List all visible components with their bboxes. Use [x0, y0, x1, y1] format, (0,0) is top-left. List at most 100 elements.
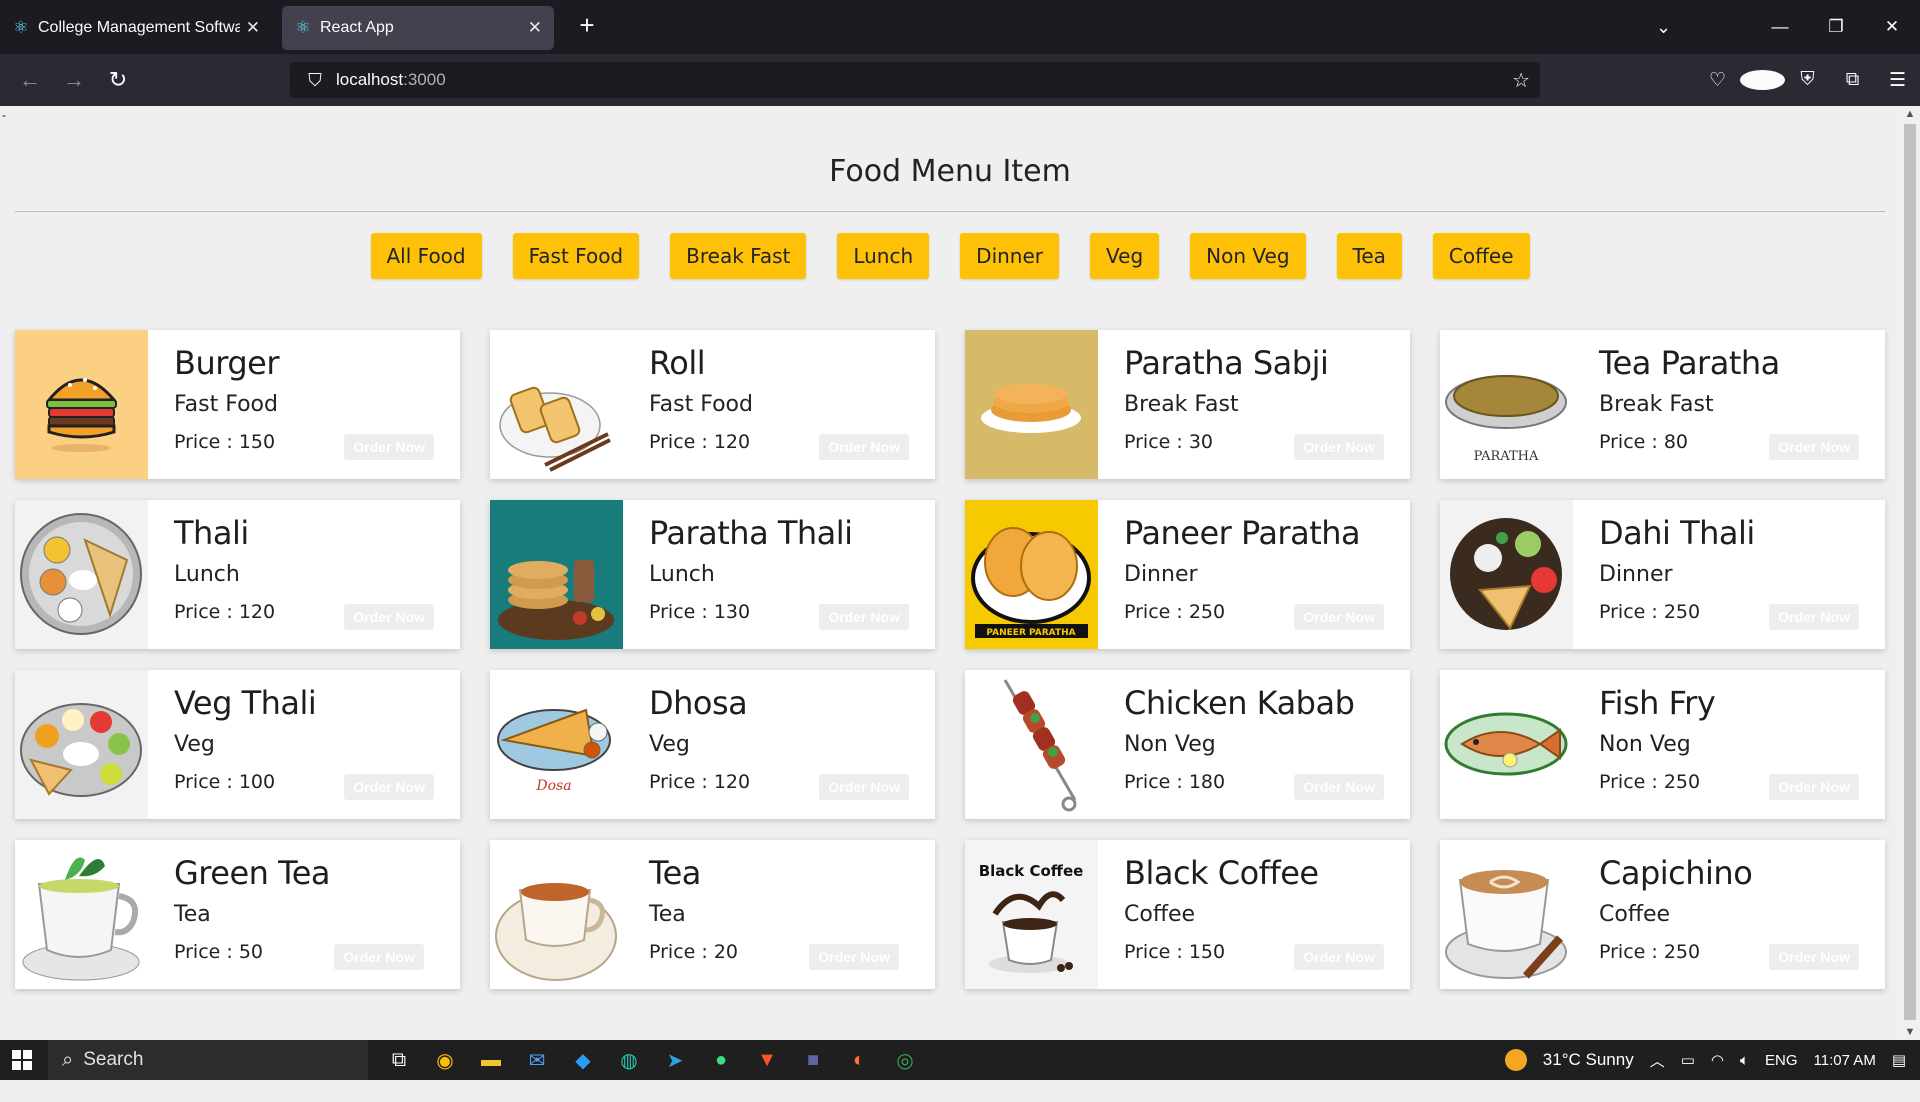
filter-coffee[interactable]: Coffee [1432, 233, 1530, 279]
telegram-icon[interactable]: ➤ [652, 1048, 698, 1073]
scroll-up-arrow-icon[interactable]: ▲ [1900, 108, 1920, 120]
show-hidden-icons-icon[interactable]: ︿ [1650, 1050, 1665, 1071]
paratha-thali-image [490, 500, 623, 649]
list-all-tabs-icon[interactable]: ⌄ [1656, 0, 1671, 54]
menu-card: PANEER PARATHA Paneer Paratha Dinner Pri… [965, 500, 1410, 649]
item-category: Tea [174, 902, 211, 927]
order-now-button[interactable]: Order Now [1769, 944, 1859, 970]
filter-veg[interactable]: Veg [1090, 233, 1160, 279]
order-now-button[interactable]: Order Now [1769, 774, 1859, 800]
react-logo-icon: ⚛ [295, 18, 311, 37]
url-bar[interactable]: ⛉ ▯ localhost:3000 ☆ [290, 62, 1540, 1102]
order-now-button[interactable]: Order Now [1769, 604, 1859, 630]
filter-break-fast[interactable]: Break Fast [670, 233, 807, 279]
bookmark-star-icon[interactable]: ☆ [1512, 68, 1530, 93]
item-name: Tea [649, 854, 701, 892]
order-now-button[interactable]: Order Now [334, 944, 424, 970]
order-now-button[interactable]: Order Now [1769, 434, 1859, 460]
extension-shield-icon[interactable]: ⛨ [1785, 69, 1830, 91]
filter-lunch[interactable]: Lunch [837, 233, 930, 279]
restore-icon[interactable]: ❐ [1808, 0, 1864, 54]
back-icon[interactable]: ← [8, 58, 52, 102]
volume-icon[interactable]: 🔈︎ [1740, 1052, 1749, 1069]
filter-tea[interactable]: Tea [1336, 233, 1402, 279]
windows-start-icon[interactable] [0, 1040, 44, 1080]
tracking-shield-icon[interactable]: ⛉ [300, 70, 330, 91]
dahi-thali-image [1440, 500, 1573, 649]
close-tab-icon[interactable]: ✕ [528, 18, 542, 38]
clock[interactable]: 11:07 AM [1814, 1052, 1876, 1069]
react-logo-icon: ⚛ [13, 18, 29, 37]
menu-card: Fish Fry Non Veg Price : 250 Order Now [1440, 670, 1885, 819]
menu-card: Green Tea Tea Price : 50 Order Now [15, 840, 460, 989]
tab-react-app[interactable]: ⚛ React App ✕ [282, 6, 554, 50]
filter-all-food[interactable]: All Food [370, 233, 482, 279]
filter-dinner[interactable]: Dinner [960, 233, 1060, 279]
minimize-icon[interactable]: — [1752, 0, 1808, 54]
order-now-button[interactable]: Order Now [1294, 604, 1384, 630]
item-category: Dinner [1124, 562, 1198, 587]
search-label: Search [83, 1049, 144, 1070]
order-now-button[interactable]: Order Now [344, 604, 434, 630]
account-avatar-icon[interactable]: A [1740, 69, 1785, 91]
chrome-icon[interactable]: ◉ [422, 1048, 468, 1073]
page-scrollbar[interactable]: ▲ ▼ [1900, 106, 1920, 1040]
menu-card: Capichino Coffee Price : 250 Order Now [1440, 840, 1885, 989]
android-studio-icon[interactable]: ● [698, 1049, 744, 1072]
order-now-button[interactable]: Order Now [344, 774, 434, 800]
close-tab-icon[interactable]: ✕ [246, 18, 260, 38]
scroll-down-arrow-icon[interactable]: ▼ [1900, 1026, 1920, 1038]
weather-text[interactable]: 31°C Sunny [1543, 1050, 1634, 1070]
firefox-icon[interactable]: ◐ [836, 1049, 882, 1072]
menu-card: Paratha Sabji Break Fast Price : 30 Orde… [965, 330, 1410, 479]
item-category: Break Fast [1599, 392, 1714, 417]
vscode-icon[interactable]: ◆ [560, 1048, 606, 1073]
filter-non-veg[interactable]: Non Veg [1190, 233, 1306, 279]
menu-card: Burger Fast Food Price : 150 Order Now [15, 330, 460, 479]
brave-icon[interactable]: ▼ [744, 1049, 790, 1072]
black-coffee-label: Black Coffee [979, 862, 1084, 880]
pocket-icon[interactable]: ♡ [1695, 69, 1740, 92]
weather-sun-icon[interactable] [1504, 1049, 1527, 1071]
item-name: Paratha Sabji [1124, 344, 1329, 382]
scrollbar-thumb[interactable] [1904, 124, 1916, 1020]
roll-image [490, 330, 623, 479]
cappuccino-image [1440, 840, 1573, 989]
item-name: Burger [174, 344, 279, 382]
new-tab-button[interactable]: + [570, 8, 604, 42]
file-explorer-icon[interactable]: ▬ [468, 1049, 514, 1072]
filter-fast-food[interactable]: Fast Food [512, 233, 640, 279]
menu-card: PARATHA Tea Paratha Break Fast Price : 8… [1440, 330, 1885, 479]
item-name: Veg Thali [174, 684, 317, 722]
taskbar-search-box[interactable]: ⌕ Search [48, 1040, 368, 1080]
chrome-alt-icon[interactable]: ◎ [882, 1048, 928, 1073]
order-now-button[interactable]: Order Now [344, 434, 434, 460]
task-view-icon[interactable]: ⧉ [376, 1049, 422, 1072]
wifi-icon[interactable]: ◠ [1711, 1051, 1724, 1069]
reload-icon[interactable]: ↻ [96, 58, 140, 102]
order-now-button[interactable]: Order Now [1294, 774, 1384, 800]
edge-icon[interactable]: ◍ [606, 1048, 652, 1073]
forward-icon[interactable]: → [52, 58, 96, 102]
order-now-button[interactable]: Order Now [819, 604, 909, 630]
tab-college-management[interactable]: ⚛ College Management Software ✕ [0, 6, 272, 50]
extensions-puzzle-icon[interactable]: ⧉ [1830, 69, 1875, 91]
item-category: Coffee [1599, 902, 1671, 927]
paneer-paratha-label: PANEER PARATHA [986, 628, 1075, 638]
close-window-icon[interactable]: ✕ [1864, 0, 1920, 54]
menu-hamburger-icon[interactable]: ☰ [1875, 69, 1920, 92]
item-name: Green Tea [174, 854, 330, 892]
order-now-button[interactable]: Order Now [1294, 434, 1384, 460]
order-now-button[interactable]: Order Now [819, 774, 909, 800]
order-now-button[interactable]: Order Now [1294, 944, 1384, 970]
battery-icon[interactable]: ▭ [1681, 1051, 1695, 1069]
teams-icon[interactable]: ■ [790, 1049, 836, 1072]
notifications-icon[interactable]: ▤ [1892, 1051, 1906, 1069]
language-indicator[interactable]: ENG [1765, 1052, 1798, 1069]
search-icon: ⌕ [62, 1048, 74, 1071]
tea-paratha-image: PARATHA [1440, 330, 1573, 479]
order-now-button[interactable]: Order Now [809, 944, 899, 970]
item-name: Fish Fry [1599, 684, 1716, 722]
order-now-button[interactable]: Order Now [819, 434, 909, 460]
mail-icon[interactable]: ✉ [514, 1048, 560, 1073]
